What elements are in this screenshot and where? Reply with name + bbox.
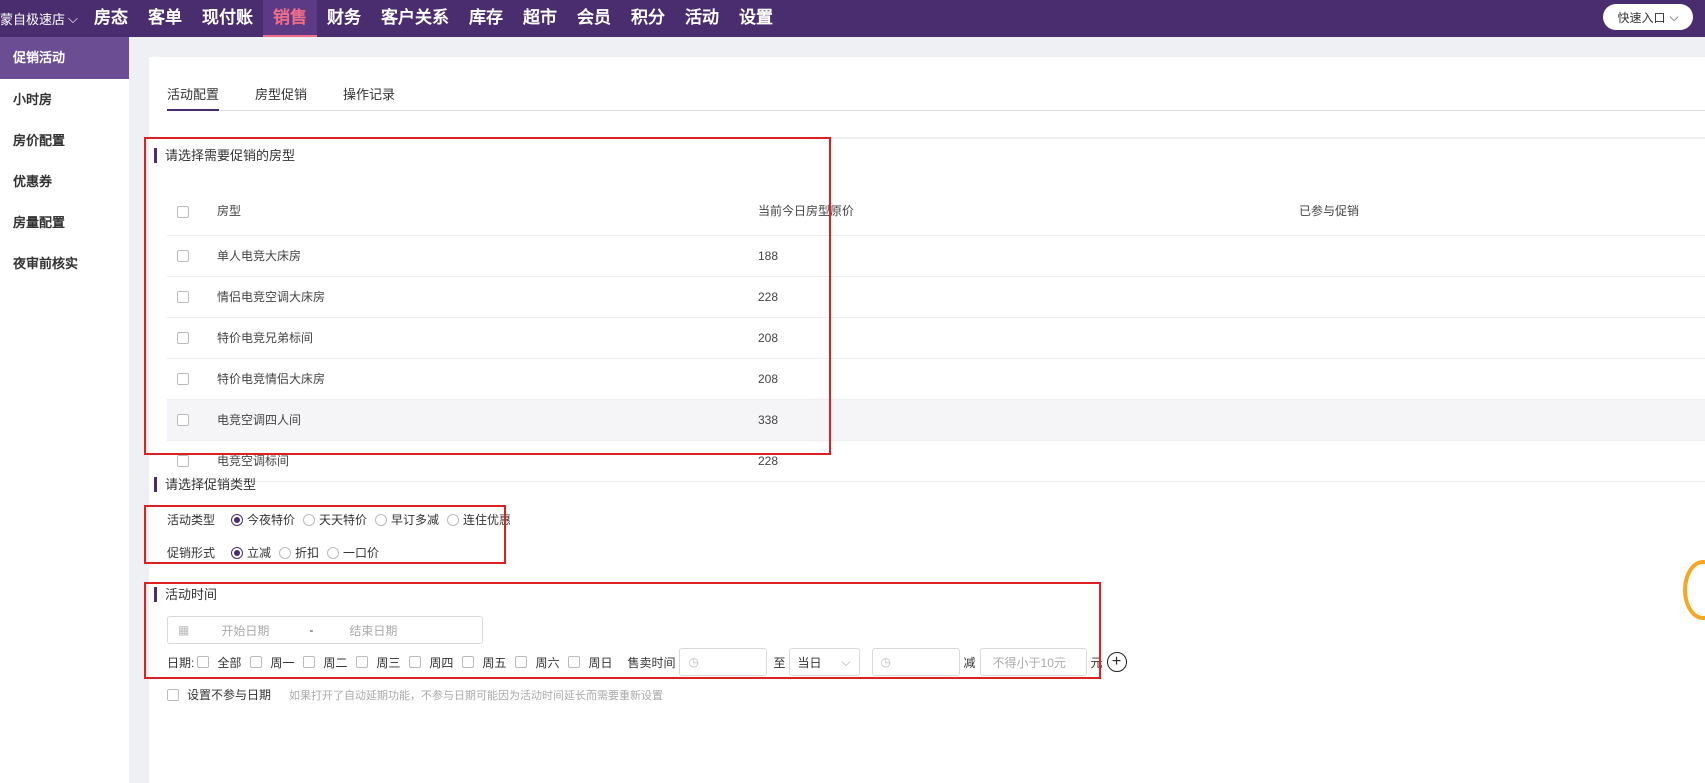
room-price: 188: [758, 235, 1299, 277]
exclude-dates-row: 设置不参与日期 如果打开了自动延期功能，不参与日期可能因为活动时间延长而需要重新…: [167, 686, 663, 703]
store-name: 蒙自极速店: [0, 12, 66, 27]
nav-item-room-status[interactable]: 房态: [84, 0, 138, 37]
room-promoted: [1299, 276, 1705, 318]
row-checkbox[interactable]: [177, 455, 189, 468]
exclude-dates-label: 设置不参与日期: [187, 688, 272, 702]
room-price: 228: [758, 276, 1299, 318]
nav-item-finance[interactable]: 财务: [317, 0, 371, 37]
tab-activity-config[interactable]: 活动配置: [167, 84, 220, 111]
tab-bar: 活动配置 房型促销 操作记录: [167, 84, 1705, 111]
room-price: 208: [758, 317, 1299, 359]
main-nav: 房态 客单 现付账 销售 财务 客户关系 库存 超市 会员 积分 活动 设置: [84, 0, 783, 37]
column-header-promoted: 已参与促销: [1299, 187, 1705, 236]
quick-entry-button[interactable]: 快速入口 ⌵: [1603, 4, 1693, 30]
sidebar-item-promotions[interactable]: 促销活动: [0, 37, 129, 79]
sidebar-item-night-audit[interactable]: 夜审前核实: [0, 243, 129, 284]
nav-item-members[interactable]: 会员: [567, 0, 621, 37]
room-promoted: [1299, 399, 1705, 441]
sidebar-item-coupons[interactable]: 优惠券: [0, 161, 129, 202]
room-price: 228: [758, 440, 1299, 482]
tab-operation-log[interactable]: 操作记录: [343, 84, 395, 111]
exclude-dates-hint: 如果打开了自动延期功能，不参与日期可能因为活动时间延长而需要重新设置: [289, 689, 664, 702]
room-promoted: [1299, 317, 1705, 359]
room-promoted: [1299, 235, 1705, 277]
nav-item-inventory[interactable]: 库存: [459, 0, 513, 37]
exclude-dates-checkbox[interactable]: [167, 688, 179, 701]
room-price: 338: [758, 399, 1299, 441]
sidebar-item-price-config[interactable]: 房价配置: [0, 120, 129, 161]
nav-item-sales[interactable]: 销售: [263, 0, 317, 37]
highlight-box-rooms: [144, 137, 831, 455]
room-promoted: [1299, 440, 1705, 482]
sidebar-item-hourly-rooms[interactable]: 小时房: [0, 79, 129, 120]
tabs-panel: 活动配置 房型促销 操作记录: [149, 57, 1705, 137]
add-time-slot-icon[interactable]: +: [1106, 652, 1127, 672]
nav-item-crm[interactable]: 客户关系: [371, 0, 459, 37]
nav-item-points[interactable]: 积分: [621, 0, 675, 37]
chevron-down-icon: ⌵: [68, 10, 78, 26]
highlight-box-time: [144, 582, 1101, 679]
store-selector[interactable]: 蒙自极速店 ⌵: [0, 9, 84, 28]
top-nav-bar: 蒙自极速店 ⌵ 房态 客单 现付账 销售 财务 客户关系 库存 超市 会员 积分…: [0, 0, 1705, 37]
nav-item-activities[interactable]: 活动: [675, 0, 729, 37]
column-header-price: 当前今日房型原价: [758, 187, 1299, 236]
chevron-down-icon: ⌵: [1669, 9, 1679, 24]
sidebar-item-room-quota[interactable]: 房量配置: [0, 202, 129, 243]
quick-entry-label: 快速入口: [1617, 10, 1666, 25]
sidebar: 促销活动 小时房 房价配置 优惠券 房量配置 夜审前核实: [0, 37, 129, 783]
promo-type-title: 请选择促销类型: [154, 477, 256, 492]
nav-item-settings[interactable]: 设置: [729, 0, 783, 37]
nav-item-orders[interactable]: 客单: [138, 0, 192, 37]
highlight-box-promo-type: [144, 505, 506, 564]
content-panel: 请选择需要促销的房型 房型 当前今日房型原价 已参与促销 单人电竞大床房 188…: [144, 137, 1705, 783]
tab-room-promotion[interactable]: 房型促销: [255, 84, 307, 111]
room-price: 208: [758, 358, 1299, 400]
nav-item-market[interactable]: 超市: [513, 0, 567, 37]
nav-item-cash-account[interactable]: 现付账: [192, 0, 263, 37]
room-promoted: [1299, 358, 1705, 400]
